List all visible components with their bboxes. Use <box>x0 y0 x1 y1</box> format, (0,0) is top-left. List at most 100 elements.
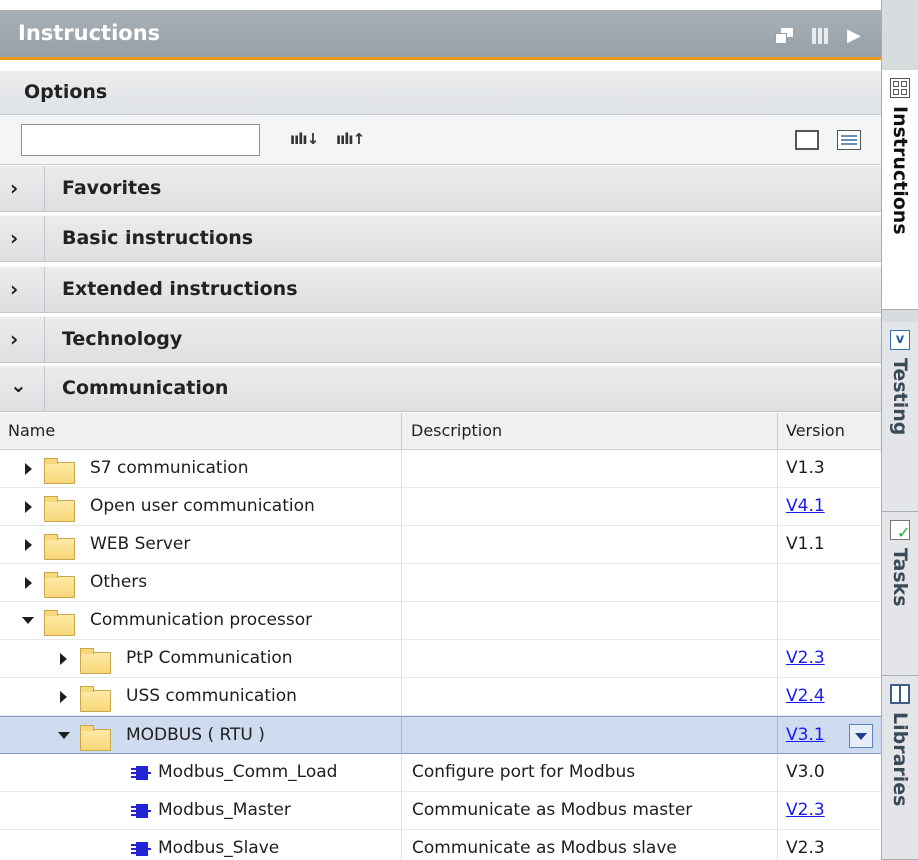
chevron-right-icon: › <box>10 176 19 200</box>
detail-view-icon[interactable] <box>837 130 861 150</box>
table-row[interactable]: WEB Server V1.1 <box>0 526 881 564</box>
search-up-button[interactable]: ıılı↑ <box>336 130 365 150</box>
chevron-down-icon: ⌄ <box>10 373 27 397</box>
chevron-right-icon: › <box>10 327 19 351</box>
libraries-icon <box>890 684 910 704</box>
folder-icon <box>44 534 75 560</box>
row-name: S7 communication <box>90 458 249 478</box>
search-toolbar: ıılı↓ ıılı↑ <box>0 116 881 165</box>
category-extended-instructions[interactable]: › Extended instructions <box>0 266 881 313</box>
folder-icon <box>44 496 75 522</box>
row-version: V1.3 <box>786 458 825 478</box>
table-row[interactable]: Open user communication V4.1 <box>0 488 881 526</box>
table-row[interactable]: Others <box>0 564 881 602</box>
column-header-name[interactable]: Name <box>8 421 55 440</box>
folder-icon <box>80 686 111 712</box>
row-description: Configure port for Modbus <box>412 762 636 782</box>
row-version-link[interactable]: V2.4 <box>786 686 825 706</box>
chevron-right-icon: › <box>10 277 19 301</box>
category-favorites[interactable]: › Favorites <box>0 165 881 212</box>
testing-icon: v <box>890 330 910 350</box>
folder-icon <box>44 572 75 598</box>
version-dropdown-button[interactable] <box>849 724 873 748</box>
table-row-selected[interactable]: MODBUS ( RTU ) V3.1 <box>0 716 881 754</box>
tab-label: Testing <box>889 358 911 436</box>
expand-arrow-icon[interactable] <box>25 577 32 589</box>
category-technology[interactable]: › Technology <box>0 316 881 363</box>
expand-arrow-icon[interactable] <box>25 539 32 551</box>
row-name: USS communication <box>126 686 297 706</box>
row-version: V3.0 <box>786 762 825 782</box>
row-version-link[interactable]: V3.1 <box>786 725 825 745</box>
row-name: WEB Server <box>90 534 191 554</box>
table-row[interactable]: USS communication V2.4 <box>0 678 881 716</box>
row-version-link[interactable]: V2.3 <box>786 648 825 668</box>
row-version: V1.1 <box>786 534 825 554</box>
folder-icon <box>44 610 75 636</box>
row-name: PtP Communication <box>126 648 293 668</box>
row-name: Communication processor <box>90 610 313 630</box>
category-label: Basic instructions <box>62 227 254 249</box>
function-block-icon <box>131 842 151 856</box>
table-row[interactable]: PtP Communication V2.3 <box>0 640 881 678</box>
row-name: Open user communication <box>90 496 315 516</box>
category-label: Technology <box>62 328 183 350</box>
search-down-button[interactable]: ıılı↓ <box>290 130 319 150</box>
table-row[interactable]: Modbus_Master Communicate as Modbus mast… <box>0 792 881 830</box>
task-card-tab-strip: Instructions v Testing Tasks Libraries <box>881 0 918 860</box>
tab-label: Tasks <box>889 548 911 607</box>
expand-arrow-icon[interactable] <box>25 501 32 513</box>
panel-title: Instructions <box>18 21 161 45</box>
table-row[interactable]: Communication processor <box>0 602 881 640</box>
function-block-icon <box>131 766 151 780</box>
row-version: V2.3 <box>786 838 825 858</box>
expand-arrow-icon[interactable] <box>60 653 67 665</box>
folder-icon <box>80 648 111 674</box>
row-name: MODBUS ( RTU ) <box>126 725 265 745</box>
collapse-arrow-icon[interactable] <box>58 732 70 739</box>
row-name: Modbus_Master <box>158 800 291 820</box>
instructions-grid-icon <box>890 78 910 98</box>
options-label: Options <box>24 81 108 103</box>
category-label: Extended instructions <box>62 278 298 300</box>
function-block-icon <box>131 804 151 818</box>
row-name: Modbus_Slave <box>158 838 280 858</box>
options-header[interactable]: Options <box>0 71 881 115</box>
table-row[interactable]: Modbus_Comm_Load Configure port for Modb… <box>0 754 881 792</box>
tab-label: Instructions <box>889 106 911 235</box>
table-row[interactable]: S7 communication V1.3 <box>0 450 881 488</box>
tab-tasks[interactable]: Tasks <box>882 512 918 676</box>
expand-arrow-icon[interactable] <box>25 463 32 475</box>
float-window-icon[interactable] <box>775 28 795 44</box>
row-name: Others <box>90 572 148 592</box>
instructions-panel: Instructions ▶ Options ıılı↓ ıılı↑ › Fav… <box>0 0 881 860</box>
tab-testing[interactable]: v Testing <box>882 322 918 512</box>
table-row[interactable]: Modbus_Slave Communicate as Modbus slave… <box>0 830 881 860</box>
simple-view-icon[interactable] <box>795 130 819 150</box>
column-header-version[interactable]: Version <box>786 421 845 440</box>
category-label: Communication <box>62 377 229 399</box>
category-basic-instructions[interactable]: › Basic instructions <box>0 215 881 262</box>
search-input[interactable] <box>21 124 260 156</box>
table-header: Name Description Version <box>0 413 881 450</box>
row-description: Communicate as Modbus master <box>412 800 693 820</box>
category-communication[interactable]: ⌄ Communication <box>0 365 881 412</box>
tasks-icon <box>890 520 910 542</box>
tab-instructions[interactable]: Instructions <box>882 70 918 310</box>
category-label: Favorites <box>62 177 162 199</box>
collapse-arrow-icon[interactable] <box>22 617 34 624</box>
row-description: Communicate as Modbus slave <box>412 838 677 858</box>
tab-label: Libraries <box>889 712 911 807</box>
collapse-arrow-icon[interactable]: ▶ <box>847 27 861 45</box>
row-name: Modbus_Comm_Load <box>158 762 338 782</box>
folder-icon <box>80 725 111 751</box>
tab-libraries[interactable]: Libraries <box>882 676 918 860</box>
split-view-icon[interactable] <box>810 28 828 44</box>
row-version-link[interactable]: V4.1 <box>786 496 825 516</box>
expand-arrow-icon[interactable] <box>60 691 67 703</box>
chevron-right-icon: › <box>10 226 19 250</box>
column-header-description[interactable]: Description <box>411 421 502 440</box>
row-version-link[interactable]: V2.3 <box>786 800 825 820</box>
folder-icon <box>44 458 75 484</box>
panel-titlebar: Instructions ▶ <box>0 10 881 60</box>
